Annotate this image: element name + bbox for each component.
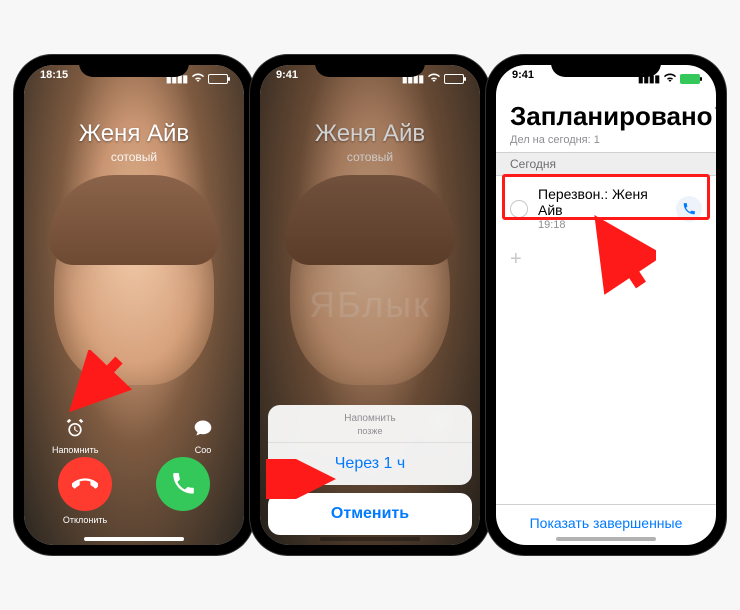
caller-label: сотовый	[24, 150, 244, 164]
notch	[551, 55, 661, 77]
message-label: Соо	[195, 445, 212, 455]
phone-frame-2: 9:41 ▮▮▮▮ Женя Айв сотовый ЯБлык	[250, 55, 490, 555]
battery-icon	[680, 74, 700, 84]
action-sheet-subtitle: позже	[268, 426, 472, 443]
reminder-title: Перезвон.: Женя Айв	[538, 186, 666, 218]
reminder-checkbox[interactable]	[510, 200, 528, 218]
action-sheet-cancel[interactable]: Отменить	[268, 493, 472, 535]
section-header-today: Сегодня	[496, 152, 716, 176]
remind-action-sheet: Напомнить позже Через 1 ч Отменить	[268, 405, 472, 535]
alarm-icon[interactable]	[713, 105, 716, 128]
screen-3: 9:41 ▮▮▮▮ Запланировано Дел на сегодня:	[496, 65, 716, 545]
notch	[79, 55, 189, 77]
decline-label: Отклонить	[63, 515, 107, 525]
wifi-icon	[664, 73, 676, 86]
wifi-icon	[428, 73, 440, 86]
message-button[interactable]: Соо	[190, 415, 216, 455]
caller-name: Женя Айв	[24, 120, 244, 148]
phones-row: 18:15 ▮▮▮▮ Женя Айв сотовый	[16, 55, 724, 555]
alarm-icon	[62, 415, 88, 441]
reminders-title: Запланировано	[510, 101, 713, 132]
call-buttons-row: Отклонить	[24, 457, 244, 525]
status-time: 9:41	[512, 69, 534, 89]
reminder-time: 19:18	[538, 219, 666, 231]
home-indicator[interactable]	[84, 537, 184, 541]
notch	[315, 55, 425, 77]
call-back-button[interactable]	[676, 196, 702, 222]
reminder-content: Перезвон.: Женя Айв 19:18	[538, 186, 666, 231]
action-sheet-option-1h[interactable]: Через 1 ч	[268, 443, 472, 485]
battery-icon	[444, 74, 464, 84]
phone-frame-3: 9:41 ▮▮▮▮ Запланировано Дел на сегодня:	[486, 55, 726, 555]
remind-me-label: Напомнить	[52, 445, 98, 455]
message-icon	[190, 415, 216, 441]
battery-icon	[208, 74, 228, 84]
screen-1: 18:15 ▮▮▮▮ Женя Айв сотовый	[24, 65, 244, 545]
incoming-call-screen: 18:15 ▮▮▮▮ Женя Айв сотовый	[24, 65, 244, 545]
home-indicator[interactable]	[320, 537, 420, 541]
remind-me-button[interactable]: Напомнить	[52, 415, 98, 455]
screen-2: 9:41 ▮▮▮▮ Женя Айв сотовый ЯБлык	[260, 65, 480, 545]
reminder-row[interactable]: Перезвон.: Женя Айв 19:18	[496, 176, 716, 241]
phone-frame-1: 18:15 ▮▮▮▮ Женя Айв сотовый	[14, 55, 254, 555]
wifi-icon	[192, 73, 204, 86]
action-sheet-group: Напомнить позже Через 1 ч	[268, 405, 472, 485]
decline-button[interactable]	[58, 457, 112, 511]
reminders-subtitle: Дел на сегодня: 1	[510, 134, 702, 146]
status-time: 18:15	[40, 69, 68, 89]
accept-button[interactable]	[156, 457, 210, 511]
show-completed-link[interactable]: Показать завершенные	[496, 504, 716, 531]
action-sheet-title: Напомнить	[268, 405, 472, 426]
home-indicator[interactable]	[556, 537, 656, 541]
call-action-row: Напомнить Соо	[24, 415, 244, 455]
status-time: 9:41	[276, 69, 298, 89]
add-reminder-button[interactable]: +	[496, 241, 716, 277]
